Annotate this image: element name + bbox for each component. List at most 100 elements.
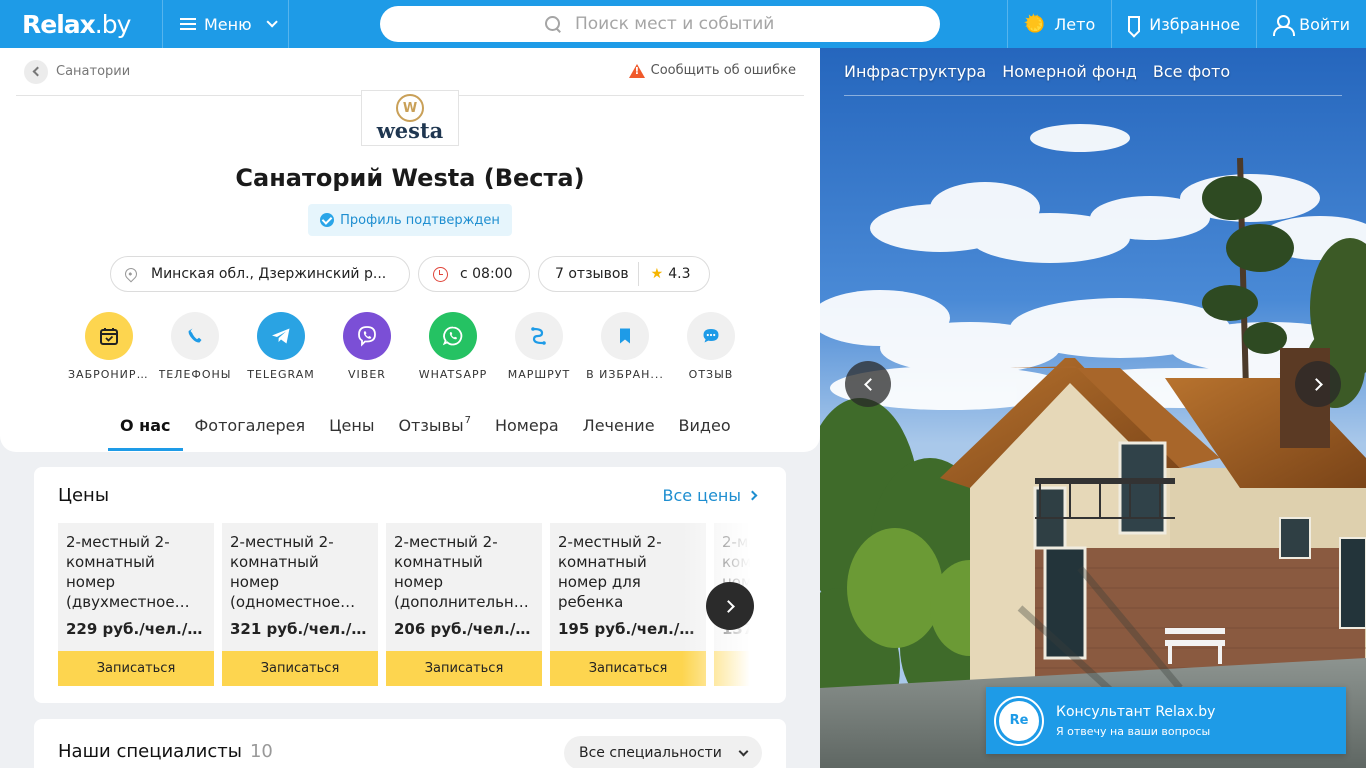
phones-label: Телефоны — [158, 368, 232, 381]
warning-icon — [628, 63, 645, 78]
route-label: Маршрут — [507, 368, 571, 381]
menu-button[interactable]: Меню — [162, 0, 289, 48]
price-item[interactable]: 2-местный 2-комнатный номер (дополнитель… — [386, 523, 542, 687]
top-bar: Relax.by Меню Лето Избранное Войти — [0, 0, 1366, 48]
menu-label: Меню — [204, 14, 252, 34]
price-item-box: 2-местный 2-комнатный номер (одноместное… — [222, 523, 378, 651]
chevron-left-icon — [32, 66, 43, 77]
carousel-next-button[interactable] — [706, 582, 754, 630]
hours-text: с 08:00 — [460, 266, 513, 282]
review-button[interactable]: Отзыв — [668, 312, 754, 381]
chat-icon — [687, 312, 735, 360]
review-label: Отзыв — [688, 368, 734, 381]
tab-gallery[interactable]: Фотогалерея — [183, 400, 318, 451]
telegram-icon — [257, 312, 305, 360]
chevron-left-icon — [863, 377, 877, 391]
star-icon: ★ — [650, 266, 664, 282]
book-room-button[interactable]: Записаться — [714, 651, 762, 686]
price-item-name: 2-местный 2-комнатный номер (одноместное… — [230, 533, 341, 611]
consultant-subtitle: Я отвечу на ваши вопросы — [1056, 724, 1211, 738]
photo-next-button[interactable] — [1295, 361, 1341, 407]
route-icon — [515, 312, 563, 360]
tab-about-label: О нас — [120, 416, 171, 435]
photo-category-rooms[interactable]: Номерной фонд — [1002, 62, 1137, 81]
tab-reviews[interactable]: Отзывы 7 — [386, 400, 483, 451]
chevron-right-icon — [721, 599, 735, 613]
rating-value: 4.3 — [668, 266, 691, 282]
sanatorium-photo — [820, 48, 1366, 768]
specialists-count: 10 — [249, 741, 273, 762]
season-button[interactable]: Лето — [1007, 0, 1111, 48]
price-item-price: 206 руб./чел./сутки — [394, 620, 534, 638]
logo-main: Relax — [22, 9, 96, 39]
tab-rooms-label: Номера — [494, 416, 559, 435]
address-pill[interactable]: Минская обл., Дзержинский р... — [110, 256, 410, 292]
hours-pill[interactable]: с 08:00 — [418, 256, 530, 292]
favorites-button[interactable]: Избранное — [1111, 0, 1256, 48]
tab-about[interactable]: О нас — [108, 400, 183, 451]
phones-button[interactable]: Телефоны — [152, 312, 238, 381]
divider — [637, 262, 639, 286]
tab-treatment-label: Лечение — [582, 416, 655, 435]
whatsapp-button[interactable]: WhatsApp — [410, 312, 496, 381]
specialists-card: Наши специалисты 10 Все специальности — [34, 719, 786, 768]
book-room-button[interactable]: Записаться — [550, 651, 706, 686]
price-item[interactable]: 2-местный 2-комнатный номер (двухместное… — [58, 523, 214, 687]
photo-gallery[interactable]: Инфраструктура Номерной фонд Все фото — [820, 48, 1366, 768]
viber-button[interactable]: Viber — [324, 312, 410, 381]
login-label: Войти — [1299, 14, 1350, 34]
consultant-widget[interactable]: Re Консультант Relax.by Я отвечу на ваши… — [986, 687, 1346, 754]
report-error-link[interactable]: Сообщить об ошибке — [628, 63, 796, 78]
consultant-text: Консультант Relax.by Я отвечу на ваши во… — [1056, 704, 1215, 738]
bookmark-icon — [601, 312, 649, 360]
reviews-count-badge: 7 — [464, 415, 471, 426]
reviews-pill[interactable]: 7 отзывов ★ 4.3 — [538, 256, 710, 292]
tab-video[interactable]: Видео — [667, 400, 743, 451]
price-item-box: 2-местный 2-комнатный номер (дополнитель… — [386, 523, 542, 651]
price-item[interactable]: 2-местный 2-комнатный номер для ребенка … — [550, 523, 706, 687]
add-favorite-button[interactable]: В избран... — [582, 312, 668, 381]
bookmark-icon — [1128, 16, 1141, 32]
specialists-title-text: Наши специалисты — [58, 741, 242, 762]
price-item[interactable]: 2-местный 2-комнатный номер (одноместное… — [222, 523, 378, 687]
photo-prev-button[interactable] — [845, 361, 891, 407]
price-item-box: 2-местный 2-комнатный номер (двухместное… — [58, 523, 214, 651]
whatsapp-label: WhatsApp — [418, 368, 488, 381]
prices-title: Цены — [58, 485, 110, 506]
breadcrumb-link[interactable]: Санатории — [56, 64, 130, 79]
all-prices-link[interactable]: Все цены — [662, 486, 758, 505]
tab-reviews-label: Отзывы — [398, 416, 464, 435]
search-input[interactable] — [575, 14, 775, 34]
chevron-right-icon — [1309, 377, 1323, 391]
tab-rooms[interactable]: Номера — [483, 400, 571, 451]
tab-prices-label: Цены — [329, 416, 375, 435]
all-prices-label: Все цены — [662, 486, 741, 505]
price-item-price: 229 руб./чел./сутки — [66, 620, 206, 638]
report-error-label: Сообщить об ошибке — [650, 63, 796, 78]
specialty-filter-select[interactable]: Все специальности — [564, 736, 762, 768]
telegram-button[interactable]: Telegram — [238, 312, 324, 381]
route-button[interactable]: Маршрут — [496, 312, 582, 381]
tab-prices[interactable]: Цены — [317, 400, 386, 451]
location-pin-icon — [122, 265, 140, 283]
tab-treatment[interactable]: Лечение — [571, 400, 667, 451]
address-text: Минская обл., Дзержинский р... — [151, 266, 387, 282]
book-room-button[interactable]: Записаться — [222, 651, 378, 686]
viber-label: Viber — [348, 368, 386, 381]
calendar-icon — [85, 312, 133, 360]
book-room-button[interactable]: Записаться — [58, 651, 214, 686]
search-bar[interactable] — [380, 6, 940, 42]
photo-category-all[interactable]: Все фото — [1153, 62, 1230, 81]
book-button[interactable]: Забронир... — [66, 312, 152, 381]
prices-card: Цены Все цены 2-местный 2-комнатный номе… — [34, 467, 786, 703]
book-room-button[interactable]: Записаться — [386, 651, 542, 686]
sun-icon — [1023, 9, 1047, 37]
chevron-right-icon — [747, 490, 758, 501]
verified-badge: Профиль подтвержден — [308, 204, 512, 236]
back-button[interactable] — [24, 59, 48, 84]
brand-logo: W westa — [361, 90, 459, 146]
section-tabs: О нас Фотогалерея Цены Отзывы 7 Номера Ле… — [108, 400, 743, 451]
login-button[interactable]: Войти — [1256, 0, 1366, 48]
photo-category-infrastructure[interactable]: Инфраструктура — [844, 62, 986, 81]
site-logo[interactable]: Relax .by — [0, 0, 162, 48]
